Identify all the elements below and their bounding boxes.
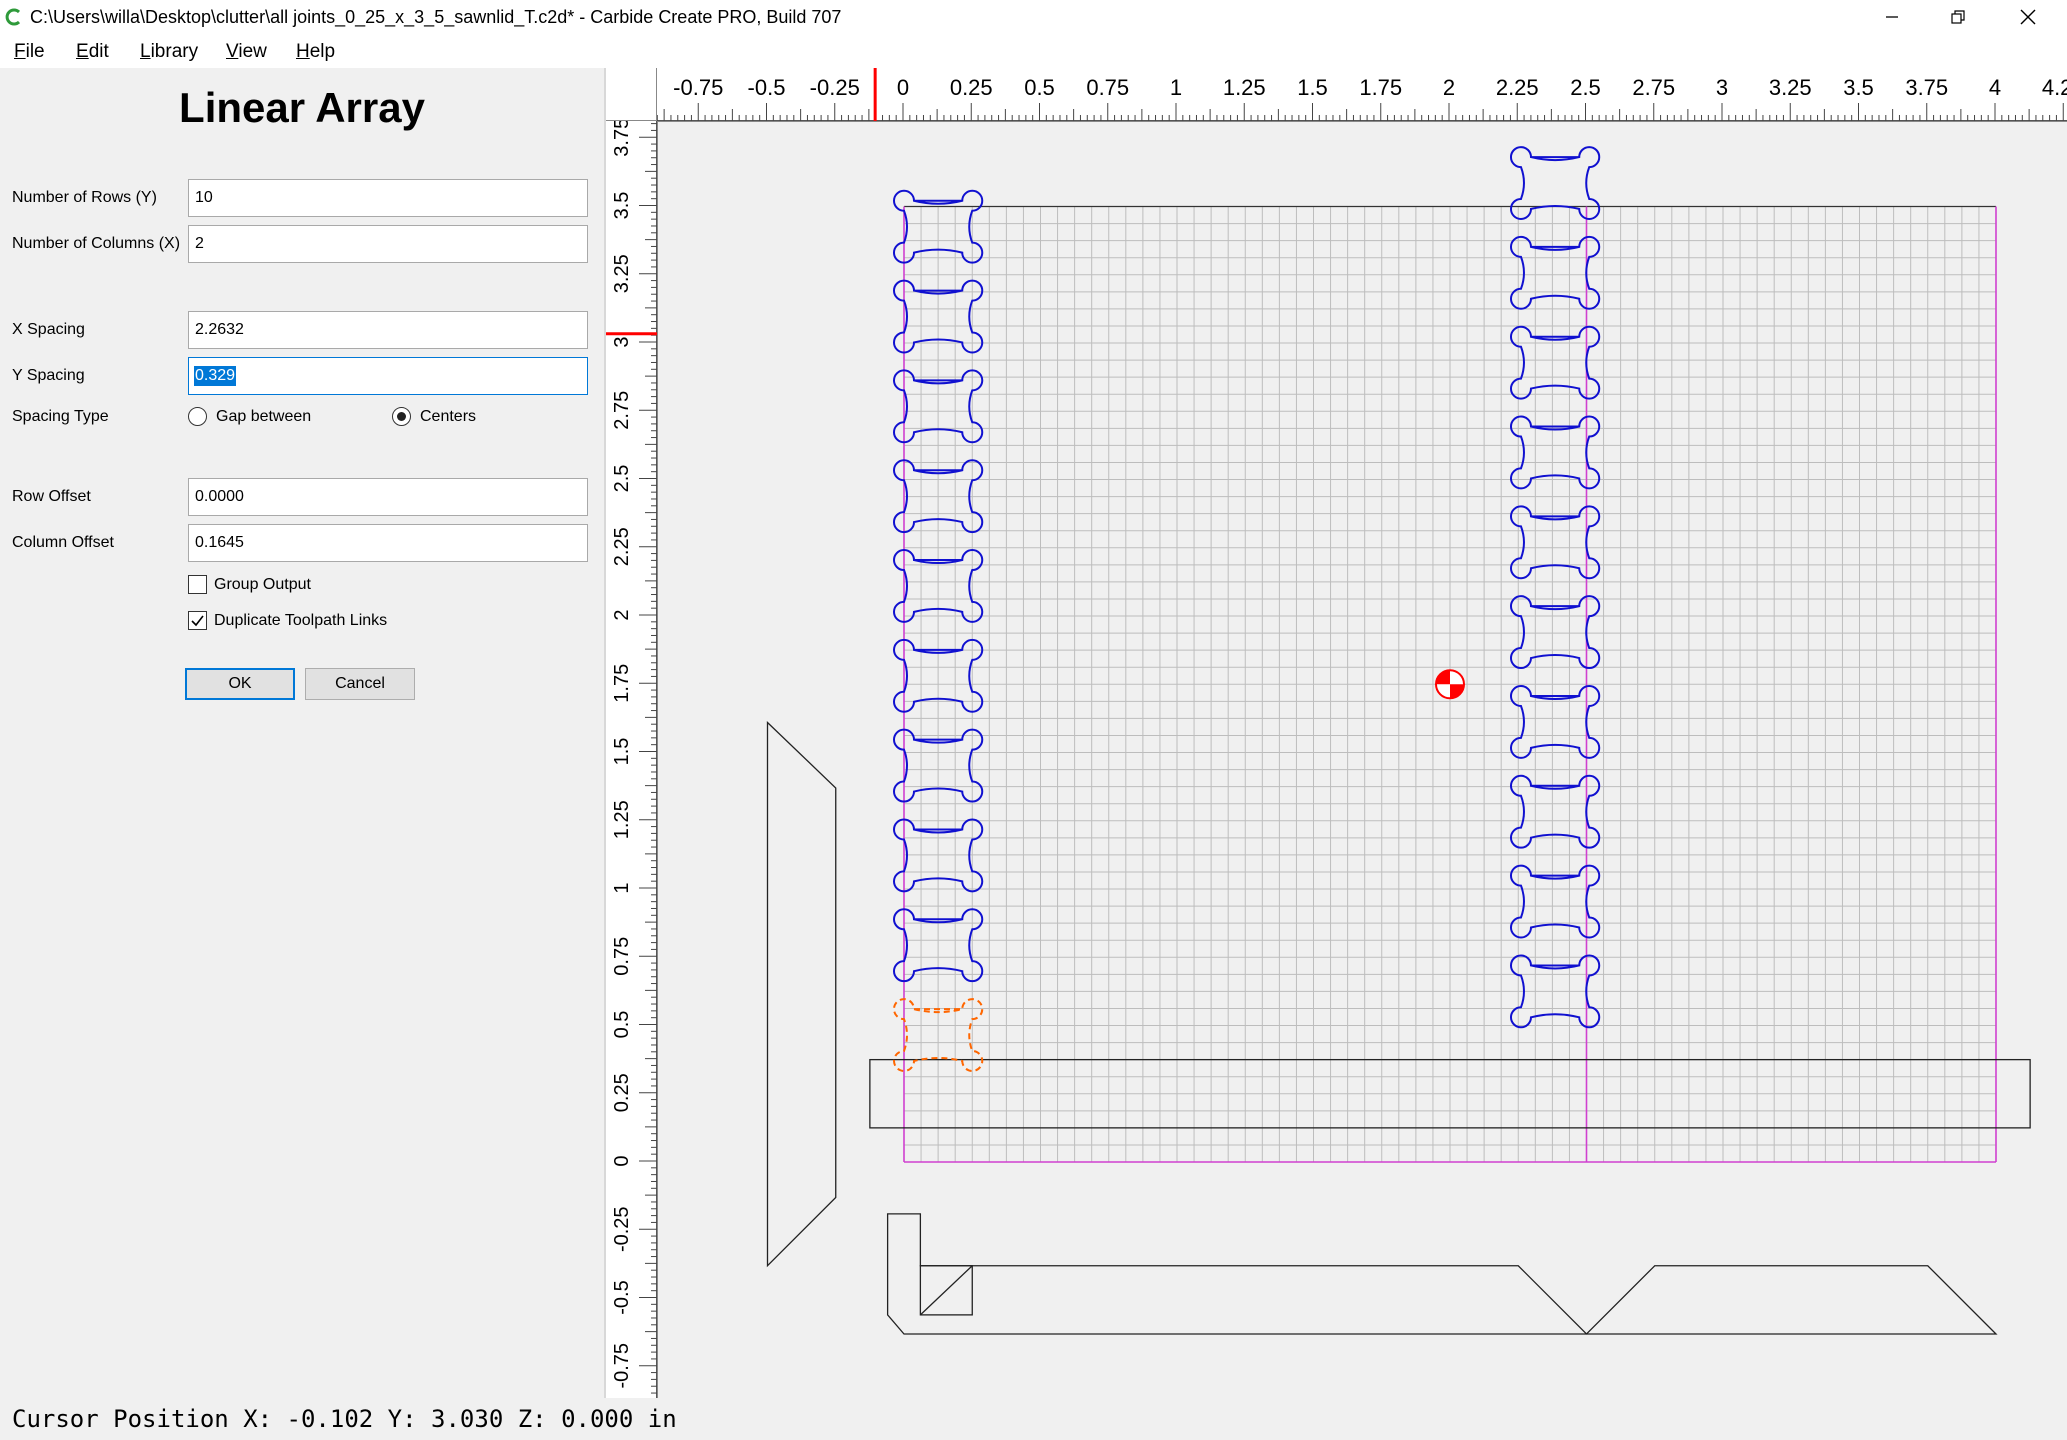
ruler-x-label: 3.75 (1905, 75, 1948, 100)
ruler-y-label: 0.25 (611, 1073, 633, 1112)
vertical-ruler[interactable]: 3.75 3.5 3.25 3 2.75 2.5 2.25 2 1.75 1.5 1.25 1 0.75… (606, 121, 657, 1398)
ruler-x-label: 2.5 (1570, 75, 1601, 100)
ruler-y-label: 2.5 (611, 465, 633, 493)
menu-file[interactable]: File (14, 41, 45, 63)
column-offset-label: Column Offset (12, 534, 114, 551)
ruler-y-label: 0.5 (611, 1011, 633, 1039)
column-offset-input[interactable] (188, 524, 588, 562)
ruler-y-label: 0 (611, 1155, 633, 1166)
menu-edit[interactable]: Edit (76, 41, 109, 63)
x-spacing-label: X Spacing (12, 321, 85, 338)
bottom-profile (886, 1213, 1998, 1335)
horizontal-ruler[interactable]: -0.75 -0.5 -0.25 0 0.25 0.5 0.75 1 1.25 1.5 1.75 2 2… (657, 68, 2067, 121)
ruler-y-label: 3.5 (611, 192, 633, 220)
y-spacing-label: Y Spacing (12, 367, 85, 384)
ruler-x-label: -0.75 (673, 75, 723, 100)
center-of-array-marker (1435, 669, 1465, 700)
ruler-x-label: 1 (1170, 75, 1182, 100)
ruler-y-label: 3.25 (611, 254, 633, 293)
corner-diagonal (919, 1265, 973, 1316)
duplicate-toolpath-links-label: Duplicate Toolpath Links (214, 612, 388, 629)
ruler-y-label: 1.25 (611, 800, 633, 839)
group-output-checkbox[interactable] (188, 575, 207, 594)
centers-label: Centers (420, 408, 477, 425)
ruler-x-label: 0.75 (1086, 75, 1129, 100)
ok-button[interactable]: OK (185, 668, 295, 700)
close-button[interactable] (1983, 0, 2067, 34)
row-offset-input[interactable] (188, 478, 588, 516)
ruler-x-label: 2.25 (1496, 75, 1539, 100)
ruler-y-label: 3 (611, 336, 633, 347)
gap-between-radio[interactable] (188, 407, 207, 426)
ruler-y-label: 0.75 (611, 937, 633, 976)
window-title: C:\Users\willa\Desktop\clutter\all joint… (30, 7, 842, 27)
ruler-x-label: 1.75 (1359, 75, 1402, 100)
duplicate-toolpath-links-checkbox[interactable] (188, 611, 207, 630)
marker-quadrant (1436, 670, 1450, 685)
columns-label: Number of Columns (X) (12, 235, 181, 252)
gap-between-label: Gap between (216, 408, 312, 425)
title-bar: C:\Users\willa\Desktop\clutter\all joint… (0, 0, 2067, 34)
ruler-x-label: 4.25 (2042, 75, 2067, 100)
rows-input[interactable] (188, 179, 588, 217)
y-spacing-selected-text: 0.329 (194, 366, 237, 386)
ruler-x-label: 3.5 (1843, 75, 1874, 100)
checkmark-icon (191, 615, 204, 627)
y-spacing-input[interactable] (188, 357, 588, 395)
cursor-position-readout: Cursor Position X: -0.102 Y: 3.030 Z: 0.… (12, 1405, 677, 1433)
ruler-y-label: -0.25 (611, 1206, 633, 1252)
centers-radio[interactable] (392, 407, 411, 426)
ruler-x-label: 3.25 (1769, 75, 1812, 100)
ruler-x-label: 2.75 (1632, 75, 1675, 100)
group-output-label: Group Output (214, 576, 311, 593)
spacing-type-label: Spacing Type (12, 408, 109, 425)
status-bar: Cursor Position X: -0.102 Y: 3.030 Z: 0.… (0, 1398, 2067, 1440)
menu-view[interactable]: View (226, 41, 267, 63)
ruler-x-label: -0.5 (748, 75, 786, 100)
ruler-y-label: 2 (611, 609, 633, 620)
ruler-y-label: 3.75 (611, 121, 633, 157)
ruler-x-label: 4 (1989, 75, 2001, 100)
ruler-x-label: 0.25 (950, 75, 993, 100)
ruler-y-label: 1 (611, 882, 633, 893)
row-offset-label: Row Offset (12, 488, 91, 505)
cancel-button[interactable]: Cancel (305, 668, 415, 700)
side-profile (766, 720, 837, 1268)
marker-quadrant (1450, 684, 1464, 699)
carbide-create-app-icon (5, 8, 21, 26)
ruler-x-label: 1.25 (1223, 75, 1266, 100)
columns-input[interactable] (188, 225, 588, 263)
ruler-corner (606, 68, 657, 121)
ruler-x-label: 2 (1443, 75, 1455, 100)
dialog-title: Linear Array (179, 84, 425, 131)
ruler-x-label: 0 (897, 75, 909, 100)
linear-array-panel: Linear Array Number of Rows (Y) Number o… (0, 68, 604, 1398)
menu-library[interactable]: Library (140, 41, 198, 63)
ruler-x-label: 0.5 (1024, 75, 1055, 100)
ruler-y-label: 2.75 (611, 391, 633, 430)
ruler-x-label: 3 (1716, 75, 1728, 100)
ruler-y-label: 1.5 (611, 738, 633, 766)
restore-icon (1951, 10, 1965, 24)
rows-label: Number of Rows (Y) (12, 189, 157, 206)
ruler-y-label: 1.75 (611, 664, 633, 703)
ruler-x-label: 1.5 (1297, 75, 1328, 100)
close-icon (2020, 9, 2036, 25)
menu-help[interactable]: Help (296, 41, 335, 63)
ruler-y-label: -0.5 (611, 1280, 633, 1314)
x-spacing-input[interactable] (188, 311, 588, 349)
menu-bar: File Edit Library View Help (0, 34, 2067, 68)
ruler-y-label: -0.75 (611, 1343, 633, 1389)
minimize-icon (1886, 16, 1898, 18)
ruler-x-label: -0.25 (810, 75, 860, 100)
design-canvas[interactable] (657, 121, 2067, 1398)
ruler-y-label: 2.25 (611, 527, 633, 566)
